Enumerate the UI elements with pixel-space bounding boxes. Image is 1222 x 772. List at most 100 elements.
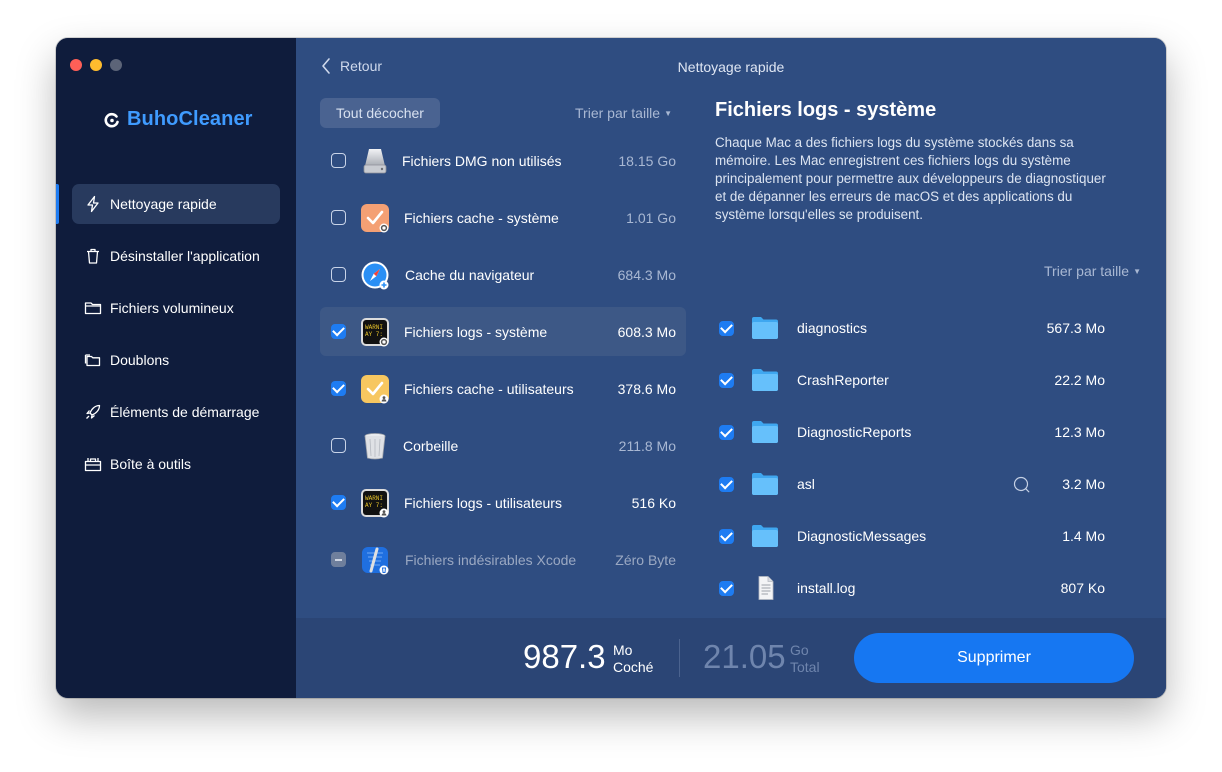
item-size: 608.3 Mo <box>617 323 676 340</box>
sidebar-item-uninstall[interactable]: Désinstaller l'application <box>72 236 280 276</box>
checkbox[interactable] <box>719 372 734 388</box>
file-name: DiagnosticReports <box>797 424 912 440</box>
disk-icon <box>363 148 387 173</box>
list-item-disabled: Fichiers indésirables Xcode Zéro Byte <box>320 535 686 584</box>
page-title: Nettoyage rapide <box>677 59 785 75</box>
document-icon <box>758 576 774 600</box>
brand-name: BuhoCleaner <box>127 108 253 130</box>
item-label: Fichiers DMG non utilisés <box>402 152 562 169</box>
file-row[interactable]: install.log 807 Ko <box>715 562 1145 614</box>
svg-text:WARNI: WARNI <box>365 495 383 502</box>
file-size: 3.2 Mo <box>1062 476 1105 492</box>
list-item[interactable]: Cache du navigateur 684.3 Mo <box>320 250 686 299</box>
file-row[interactable]: DiagnosticReports 12.3 Mo <box>715 406 1145 458</box>
sidebar-item-startup-items[interactable]: Éléments de démarrage <box>72 392 280 432</box>
file-row[interactable]: CrashReporter 22.2 Mo <box>715 354 1145 406</box>
file-row[interactable]: asl 3.2 Mo <box>715 458 1145 510</box>
xcode-icon <box>362 546 389 574</box>
detail-pane: Fichiers logs - système Chaque Mac a des… <box>715 98 1145 600</box>
file-list: diagnostics 567.3 Mo CrashReporter 22.2 … <box>715 302 1145 614</box>
checkbox[interactable] <box>719 320 734 336</box>
item-label: Fichiers logs - système <box>404 323 548 340</box>
checked-size-unit: Mo Coché <box>613 642 653 676</box>
cache-user-icon <box>361 374 389 403</box>
sidebar-item-label: Désinstaller l'application <box>110 248 260 264</box>
item-size: 516 Ko <box>631 494 676 511</box>
detail-description: Chaque Mac a des fichiers logs du systèm… <box>715 135 1106 222</box>
uncheck-all-button[interactable]: Tout décocher <box>320 98 440 128</box>
sidebar-item-label: Nettoyage rapide <box>110 196 217 212</box>
total-label: Total <box>790 659 820 675</box>
folder-icon <box>84 302 102 315</box>
list-item[interactable]: Corbeille 211.8 Mo <box>320 421 686 470</box>
zoom-window-button[interactable] <box>110 59 122 71</box>
checkbox[interactable] <box>331 210 346 225</box>
folder-icon <box>752 473 778 495</box>
item-size: 1.01 Go <box>626 209 676 226</box>
item-size: 684.3 Mo <box>617 266 676 283</box>
file-name: diagnostics <box>797 320 868 336</box>
category-list: Fichiers DMG non utilisés 18.15 Go Fichi… <box>320 136 686 592</box>
checkbox[interactable] <box>331 381 346 396</box>
active-indicator <box>56 184 59 224</box>
checkbox[interactable] <box>331 438 346 453</box>
console-user-icon: WARNI AY 7: <box>361 488 389 517</box>
trash-icon <box>87 248 99 264</box>
file-name: asl <box>797 476 815 492</box>
sidebar-item-large-files[interactable]: Fichiers volumineux <box>72 288 280 328</box>
sidebar-nav: Nettoyage rapide Désinstaller l'applicat… <box>72 184 280 496</box>
item-label: Cache du navigateur <box>405 266 535 283</box>
file-row[interactable]: diagnostics 567.3 Mo <box>715 302 1145 354</box>
file-size: 22.2 Mo <box>1054 372 1105 388</box>
item-label: Corbeille <box>403 437 459 454</box>
item-label: Fichiers cache - utilisateurs <box>404 380 574 397</box>
checkbox[interactable] <box>719 476 734 492</box>
item-size: 211.8 Mo <box>618 437 676 454</box>
file-row[interactable]: DiagnosticMessages 1.4 Mo <box>715 510 1145 562</box>
search-icon[interactable] <box>1013 476 1030 493</box>
list-item[interactable]: Fichiers cache - utilisateurs 378.6 Mo <box>320 364 686 413</box>
folder-icon <box>752 369 778 391</box>
detail-sort-dropdown[interactable]: Trier par taille ▼ <box>1044 263 1141 279</box>
checked-unit: Mo <box>613 642 633 658</box>
minimize-window-button[interactable] <box>90 59 102 71</box>
sidebar-item-quick-clean[interactable]: Nettoyage rapide <box>72 184 280 224</box>
window-controls <box>70 59 122 71</box>
delete-button[interactable]: Supprimer <box>854 633 1134 683</box>
sort-label: Trier par taille <box>1044 263 1130 279</box>
close-window-button[interactable] <box>70 59 82 71</box>
checkbox[interactable] <box>331 153 346 168</box>
checkbox[interactable] <box>719 424 734 440</box>
sort-label: Trier par taille <box>575 105 661 121</box>
total-size-value: 21.05 <box>703 638 786 675</box>
item-label: Fichiers logs - utilisateurs <box>404 494 562 511</box>
checkbox[interactable] <box>331 267 346 282</box>
trash-bin-icon <box>364 432 386 459</box>
checkbox[interactable] <box>331 495 346 510</box>
summary-bar: 987.3 Mo Coché 21.05 Go Total Supprimer <box>296 618 1166 698</box>
checkbox[interactable] <box>719 528 734 544</box>
list-item[interactable]: WARNI AY 7: Fichiers logs - utilisateurs… <box>320 478 686 527</box>
checkbox[interactable] <box>331 324 346 339</box>
total-size-unit: Go Total <box>790 642 820 676</box>
bolt-icon <box>87 195 99 213</box>
checked-size-value: 987.3 <box>523 638 606 675</box>
checkbox[interactable] <box>719 580 734 596</box>
list-item[interactable]: Fichiers DMG non utilisés 18.15 Go <box>320 136 686 185</box>
list-item-selected[interactable]: WARNI AY 7: Fichiers logs - système 608.… <box>320 307 686 356</box>
buhocleaner-logo-icon <box>104 112 119 127</box>
sort-by-size-dropdown[interactable]: Trier par taille ▼ <box>575 105 672 121</box>
item-label: Fichiers indésirables Xcode <box>405 551 577 568</box>
folder-icon <box>752 525 778 547</box>
file-size: 1.4 Mo <box>1062 528 1105 544</box>
sidebar: BuhoCleaner Nettoyage rapide Désinstalle… <box>56 38 296 698</box>
main-panel: Retour Nettoyage rapide Tout décocher Tr… <box>296 38 1166 698</box>
item-size: 18.15 Go <box>618 152 676 169</box>
sidebar-item-toolbox[interactable]: Boîte à outils <box>72 444 280 484</box>
sidebar-item-duplicates[interactable]: Doublons <box>72 340 280 380</box>
item-size: Zéro Byte <box>615 551 676 568</box>
item-size: 378.6 Mo <box>617 380 676 397</box>
file-name: CrashReporter <box>797 372 889 388</box>
brand: BuhoCleaner <box>104 108 253 131</box>
list-item[interactable]: Fichiers cache - système 1.01 Go <box>320 193 686 242</box>
